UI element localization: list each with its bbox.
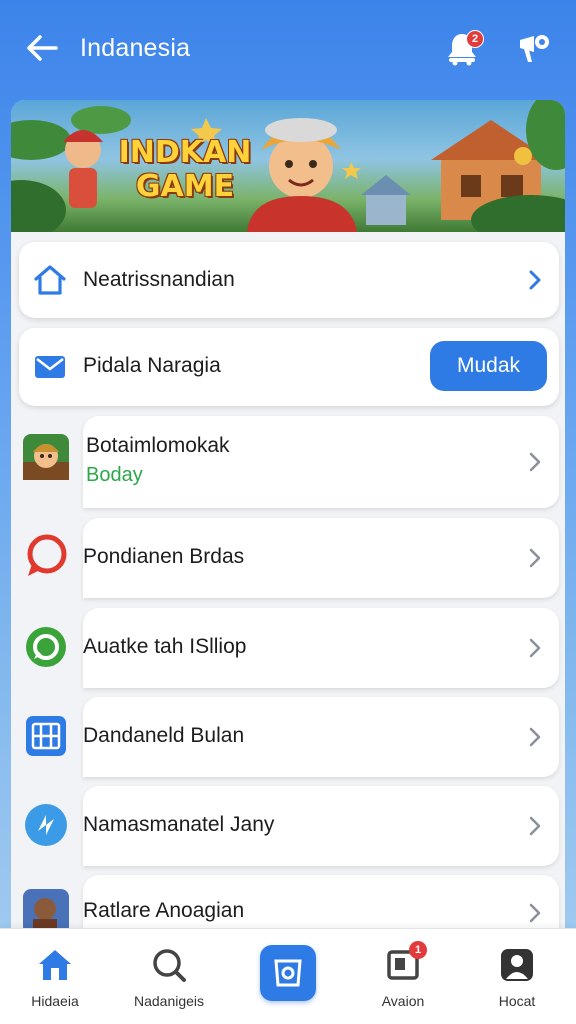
chevron-right-icon xyxy=(525,903,545,923)
item-label: Auatke tah ISlliop xyxy=(83,635,247,658)
item-label: Botaimlomokak xyxy=(86,434,230,457)
chevron-right-icon xyxy=(525,548,545,568)
mudak-button[interactable]: Mudak xyxy=(430,341,547,391)
nav-item-search[interactable]: Nadanigeis xyxy=(114,929,224,1024)
nav-label: Avaion xyxy=(381,993,425,1009)
game-banner[interactable]: INDKAN GAME xyxy=(11,100,565,232)
list-item[interactable]: Namasmanatel Jany xyxy=(83,786,559,866)
list-item[interactable]: Pondianen Brdas xyxy=(83,518,559,598)
back-button[interactable] xyxy=(22,28,62,68)
list-item[interactable]: Neatrissnandian xyxy=(19,242,559,318)
list-item[interactable]: Auatke tah ISlliop xyxy=(83,608,559,688)
inbox-badge: 1 xyxy=(409,941,427,959)
announcements-button[interactable] xyxy=(514,28,554,68)
list-item[interactable]: Dandaneld Bulan xyxy=(83,697,559,777)
megaphone-icon xyxy=(520,35,549,62)
item-label: Pondianen Brdas xyxy=(83,545,245,568)
notification-badge: 2 xyxy=(466,30,484,48)
chat-bubble-icon[interactable] xyxy=(22,532,70,580)
list-item[interactable]: Botaimlomokak Boday xyxy=(83,416,559,508)
chevron-right-icon xyxy=(525,816,545,836)
whatsapp-icon[interactable] xyxy=(22,623,70,671)
item-label: Neatrissnandian xyxy=(83,268,235,291)
nav-label: Hocat xyxy=(498,993,536,1009)
chevron-right-icon xyxy=(525,452,545,472)
app-header: Indanesia 2 xyxy=(0,0,576,96)
nav-label: Hidaeia xyxy=(31,993,79,1009)
item-label: Pidala Naragia xyxy=(83,354,221,377)
nav-item-home[interactable]: Hidaeia xyxy=(0,929,110,1024)
item-label: Namasmanatel Jany xyxy=(83,813,275,836)
calendar-grid-icon[interactable] xyxy=(22,712,70,760)
item-label: Ratlare Anoagian xyxy=(83,899,245,922)
game-avatar-icon[interactable] xyxy=(22,433,70,481)
chevron-right-icon xyxy=(525,638,545,658)
chevron-right-icon xyxy=(525,270,545,290)
item-subtitle: Boday xyxy=(86,464,143,486)
notifications-button[interactable]: 2 xyxy=(442,28,484,68)
item-label: Dandaneld Bulan xyxy=(83,724,245,747)
search-icon xyxy=(149,945,189,985)
nav-item-center-app[interactable] xyxy=(260,945,316,1001)
shield-app-icon xyxy=(274,959,302,987)
refresh-icon[interactable] xyxy=(22,801,70,849)
mail-icon xyxy=(32,349,68,385)
chevron-right-icon xyxy=(525,727,545,747)
nav-item-profile[interactable]: Hocat xyxy=(462,929,572,1024)
page-title: Indanesia xyxy=(80,33,191,62)
back-arrow-icon xyxy=(27,35,58,61)
nav-item-inbox[interactable]: 1 Avaion xyxy=(348,929,458,1024)
home-icon xyxy=(32,262,68,298)
list-item[interactable]: Pidala Naragia Mudak xyxy=(19,328,559,406)
bottom-navigation: Hidaeia Nadanigeis 1 Avaion Hocat xyxy=(0,928,576,1024)
inbox-icon: 1 xyxy=(383,941,427,985)
nav-label: Nadanigeis xyxy=(133,993,205,1009)
banner-title: INDKAN GAME xyxy=(118,135,252,204)
banner-artwork xyxy=(11,100,565,232)
home-icon xyxy=(35,945,75,985)
profile-icon xyxy=(497,945,537,985)
